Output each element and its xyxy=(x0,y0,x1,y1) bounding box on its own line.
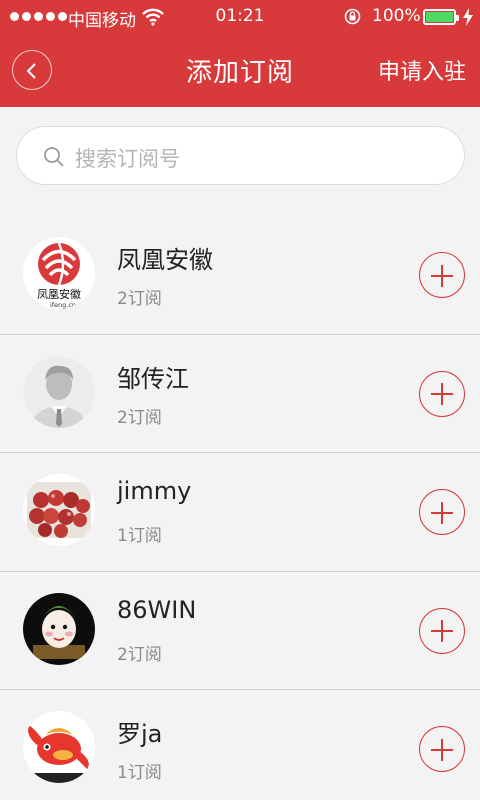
subscription-name: jimmy xyxy=(117,477,192,505)
avatar xyxy=(23,355,95,428)
rotation-lock-icon xyxy=(344,8,361,25)
list-item[interactable]: 邹传江 2订阅 xyxy=(0,335,480,453)
apply-join-button[interactable]: 申请入驻 xyxy=(378,54,466,86)
subscription-count: 2订阅 xyxy=(117,644,162,665)
add-subscription-button[interactable] xyxy=(419,489,465,535)
search-placeholder: 搜索订阅号 xyxy=(75,147,180,171)
subscription-name: 罗ja xyxy=(117,720,163,748)
subscription-name: 邹传江 xyxy=(117,364,189,393)
add-subscription-button[interactable] xyxy=(419,252,465,298)
subscription-count: 2订阅 xyxy=(117,407,162,428)
subscription-count: 2订阅 xyxy=(117,289,162,309)
avatar xyxy=(23,474,95,546)
list-item[interactable]: 凤凰安徽 ifeng.cn 凤凰安徽 2订阅 xyxy=(0,216,480,335)
subscription-count: 1订阅 xyxy=(117,763,162,783)
subscription-name: 凤凰安徽 xyxy=(117,246,213,274)
status-bar: 中国移动 01:21 100% xyxy=(0,0,480,34)
avatar xyxy=(23,711,95,783)
search-input[interactable]: 搜索订阅号 xyxy=(16,126,465,185)
list-item[interactable]: jimmy 1订阅 xyxy=(0,453,480,572)
battery-percentage: 100% xyxy=(372,6,421,26)
list-item[interactable]: 86WIN 2订阅 xyxy=(0,572,480,690)
add-subscription-button[interactable] xyxy=(419,726,465,772)
svg-text:凤凰安徽: 凤凰安徽 xyxy=(37,287,81,301)
avatar xyxy=(23,592,95,665)
subscription-name: 86WIN xyxy=(117,595,197,624)
search-icon xyxy=(44,147,64,167)
charging-icon xyxy=(463,8,473,26)
list-item[interactable]: 罗ja 1订阅 xyxy=(0,690,480,800)
add-subscription-button[interactable] xyxy=(419,370,465,417)
add-subscription-button[interactable] xyxy=(419,607,465,654)
avatar: 凤凰安徽 ifeng.cn xyxy=(23,237,95,309)
header-bar: 中国移动 01:21 100% 添加订阅 申请入驻 xyxy=(0,0,480,107)
subscription-list: 凤凰安徽 ifeng.cn 凤凰安徽 2订阅 邹传江 2订阅 jimmy 1订阅… xyxy=(0,216,480,800)
battery-icon xyxy=(423,9,459,25)
svg-text:ifeng.cn: ifeng.cn xyxy=(50,301,76,309)
subscription-count: 1订阅 xyxy=(117,526,162,546)
